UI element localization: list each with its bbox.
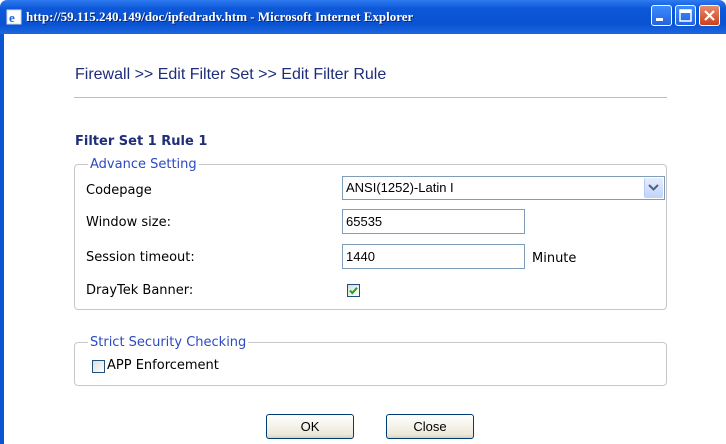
maximize-icon <box>679 9 692 22</box>
session-timeout-label: Session timeout: <box>86 250 195 265</box>
app-enforcement-label: APP Enforcement <box>107 358 219 373</box>
chevron-down-icon[interactable] <box>644 178 663 198</box>
ok-button[interactable]: OK <box>266 414 354 439</box>
strict-security-legend: Strict Security Checking <box>88 335 249 350</box>
draytek-banner-checkbox[interactable] <box>347 284 360 297</box>
minimize-button[interactable] <box>651 5 672 26</box>
checkmark-icon <box>349 287 358 295</box>
window-size-input[interactable]: 65535 <box>342 209 525 234</box>
codepage-label: Codepage <box>86 183 152 198</box>
window-size-label: Window size: <box>86 215 171 230</box>
maximize-button[interactable] <box>675 5 696 26</box>
window-size-value: 65535 <box>346 214 383 229</box>
draytek-banner-label: DrayTek Banner: <box>86 283 194 298</box>
codepage-value: ANSI(1252)-Latin I <box>346 180 454 195</box>
divider <box>74 97 667 98</box>
svg-text:e: e <box>9 10 15 25</box>
window-titlebar[interactable]: e http://59.115.240.149/doc/ipfedradv.ht… <box>0 0 726 34</box>
app-enforcement-checkbox[interactable] <box>92 360 105 373</box>
minimize-icon <box>656 18 663 21</box>
close-icon <box>704 10 715 21</box>
session-timeout-input[interactable]: 1440 <box>342 244 525 269</box>
close-window-button[interactable] <box>699 5 720 26</box>
window-left-border <box>0 34 4 444</box>
page-title: Firewall >> Edit Filter Set >> Edit Filt… <box>75 66 387 83</box>
codepage-select[interactable]: ANSI(1252)-Latin I <box>342 176 665 200</box>
advance-setting-legend: Advance Setting <box>88 157 199 172</box>
session-timeout-unit: Minute <box>532 251 577 266</box>
window-title: http://59.115.240.149/doc/ipfedradv.htm … <box>26 9 414 24</box>
session-timeout-value: 1440 <box>346 249 375 264</box>
close-button[interactable]: Close <box>386 414 474 439</box>
filter-rule-subtitle: Filter Set 1 Rule 1 <box>75 134 208 149</box>
internet-explorer-icon: e <box>6 9 22 25</box>
